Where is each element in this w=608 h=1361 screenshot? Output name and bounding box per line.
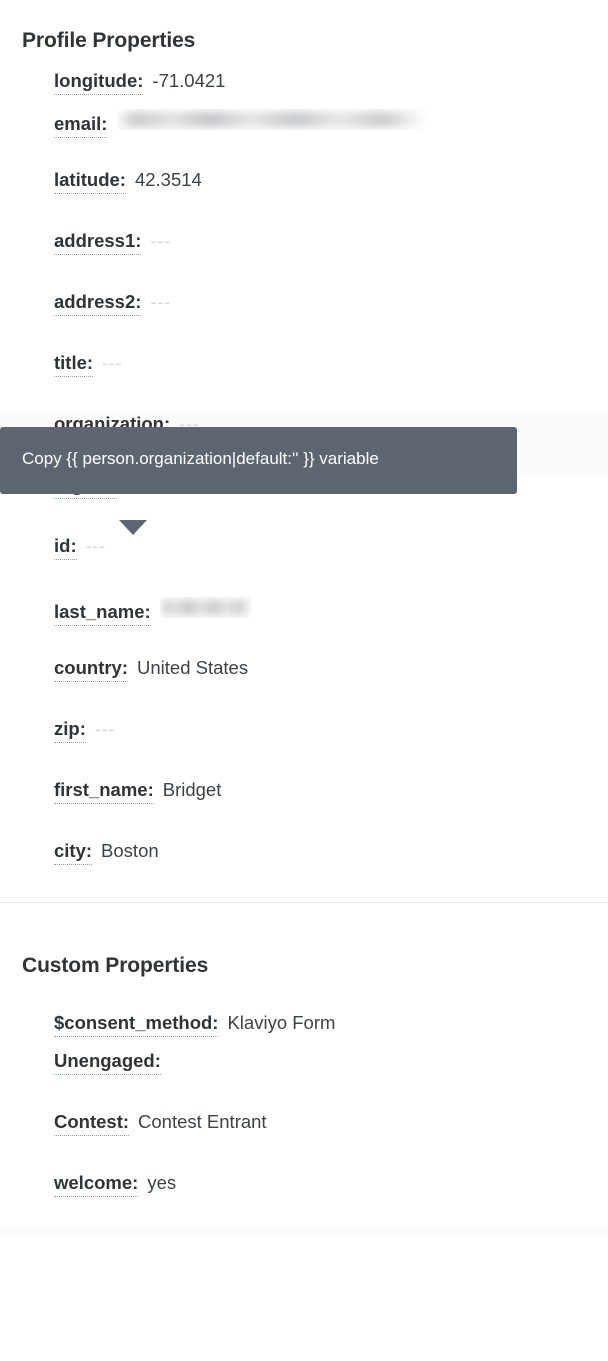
property-key[interactable]: latitude: (54, 170, 126, 194)
property-row[interactable]: Unengaged: (0, 1051, 608, 1112)
tooltip-arrow-icon (119, 520, 147, 535)
property-key[interactable]: address1: (54, 231, 142, 255)
property-value: 42.3514 (134, 169, 202, 191)
property-value: --- (102, 352, 123, 374)
property-value: Bridget (162, 779, 222, 801)
property-key[interactable]: Contest: (54, 1112, 130, 1136)
property-row[interactable]: longitude: -71.0421 (0, 51, 608, 109)
profile-properties-panel: Profile Properties longitude: -71.0421 ema… (0, 0, 608, 1235)
copy-variable-tooltip: Copy {{ person.organization|default:'' }… (0, 427, 517, 494)
property-row[interactable]: zip: --- (0, 719, 608, 780)
property-row[interactable]: last_name: (0, 597, 608, 658)
property-key[interactable]: title: (54, 353, 94, 377)
property-value: --- (150, 291, 171, 313)
property-value: Contest Entrant (138, 1111, 267, 1133)
property-value: Boston (101, 840, 159, 862)
property-row[interactable]: latitude: 42.3514 (0, 170, 608, 231)
property-value: --- (150, 230, 171, 252)
property-key[interactable]: city: (54, 841, 93, 865)
property-row[interactable]: welcome: yes (0, 1173, 608, 1234)
property-row[interactable]: address1: --- (0, 231, 608, 292)
property-key[interactable]: zip: (54, 719, 86, 743)
property-row[interactable]: country: United States (0, 658, 608, 719)
property-key[interactable]: $consent_method: (54, 1013, 219, 1037)
property-key[interactable]: longitude: (54, 71, 144, 95)
property-value: United States (137, 657, 249, 679)
property-key[interactable]: first_name: (54, 780, 154, 804)
property-value-redacted (116, 109, 426, 130)
property-row[interactable]: address2: --- (0, 292, 608, 353)
property-key[interactable]: country: (54, 658, 128, 682)
property-value: --- (85, 535, 106, 557)
custom-properties-list: $consent_method: Klaviyo Form Unengaged: Co… (0, 993, 608, 1234)
property-row[interactable]: $consent_method: Klaviyo Form (0, 993, 608, 1051)
custom-properties-title: Custom Properties (22, 953, 209, 977)
property-key[interactable]: Unengaged: (54, 1051, 161, 1075)
property-row[interactable]: id: --- (0, 536, 608, 597)
tooltip-text: Copy {{ person.organization|default:'' }… (22, 449, 379, 468)
property-value: yes (147, 1172, 177, 1194)
property-row[interactable]: email: (0, 109, 608, 170)
property-key[interactable]: welcome: (54, 1173, 139, 1197)
property-row[interactable]: title: --- (0, 353, 608, 414)
property-value: --- (94, 718, 115, 740)
custom-properties-section: Custom Properties $consent_method: Klaviy… (0, 903, 608, 1234)
profile-properties-title: Profile Properties (22, 29, 196, 53)
property-key[interactable]: last_name: (54, 602, 151, 626)
property-key[interactable]: address2: (54, 292, 142, 316)
property-value-redacted (160, 597, 252, 618)
property-key[interactable]: email: (54, 114, 108, 138)
property-row[interactable]: first_name: Bridget (0, 780, 608, 841)
property-value: Klaviyo Form (227, 1012, 336, 1034)
bottom-edge-fade (0, 1226, 608, 1235)
property-value: -71.0421 (152, 70, 226, 92)
property-row[interactable]: city: Boston (0, 841, 608, 902)
property-row[interactable]: Contest: Contest Entrant (0, 1112, 608, 1173)
property-key[interactable]: id: (54, 536, 77, 560)
